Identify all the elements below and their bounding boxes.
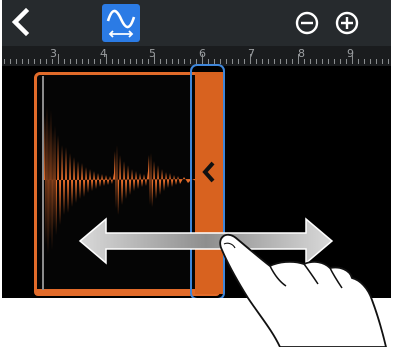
ruler-tick bbox=[292, 59, 293, 64]
ruler-tick bbox=[130, 59, 131, 64]
ruler-tick bbox=[88, 59, 89, 64]
ruler-tick bbox=[160, 59, 161, 64]
ruler-tick bbox=[346, 59, 347, 64]
ruler-tick bbox=[304, 59, 305, 64]
waveform-mode-button[interactable] bbox=[102, 4, 140, 42]
ruler-tick bbox=[28, 59, 29, 64]
ruler-tick bbox=[142, 59, 143, 64]
ruler-tick bbox=[94, 59, 95, 64]
ruler-tick bbox=[4, 59, 5, 64]
ruler-tick bbox=[178, 59, 179, 64]
ruler-tick bbox=[328, 59, 329, 64]
ruler-tick bbox=[382, 59, 383, 64]
ruler-tick bbox=[76, 59, 77, 64]
zoom-out-icon bbox=[295, 11, 319, 35]
ruler-tick bbox=[256, 59, 257, 64]
ruler-tick bbox=[274, 59, 275, 64]
ruler-tick bbox=[298, 54, 299, 64]
ruler-tick bbox=[352, 54, 353, 64]
ruler-tick bbox=[370, 59, 371, 64]
back-button[interactable] bbox=[6, 5, 38, 39]
ruler-tick bbox=[148, 59, 149, 64]
ruler-tick bbox=[40, 59, 41, 64]
ruler-tick bbox=[16, 59, 17, 64]
zoom-in-button[interactable] bbox=[332, 8, 362, 38]
waveform-resize-icon bbox=[106, 9, 136, 38]
ruler-tick bbox=[100, 59, 101, 64]
ruler-tick bbox=[64, 59, 65, 64]
ruler-tick bbox=[118, 59, 119, 64]
ruler-tick bbox=[70, 59, 71, 64]
ruler-tick bbox=[10, 59, 11, 64]
ruler-tick bbox=[112, 59, 113, 64]
ruler-tick bbox=[376, 59, 377, 64]
ruler-tick bbox=[232, 59, 233, 64]
ruler-tick bbox=[244, 59, 245, 64]
ruler-tick bbox=[286, 59, 287, 64]
ruler-tick bbox=[364, 59, 365, 64]
ruler-tick bbox=[340, 59, 341, 64]
ruler-tick bbox=[124, 59, 125, 64]
ruler-tick bbox=[34, 59, 35, 64]
ruler-tick bbox=[46, 59, 47, 64]
ruler-tick bbox=[106, 54, 107, 64]
region-start-marker bbox=[42, 76, 44, 290]
ruler-tick bbox=[322, 59, 323, 64]
ruler-tick bbox=[184, 59, 185, 64]
ruler-tick bbox=[202, 54, 203, 64]
ruler-tick bbox=[22, 59, 23, 64]
ruler-tick bbox=[166, 59, 167, 64]
ruler-tick bbox=[136, 59, 137, 64]
ruler-tick bbox=[238, 59, 239, 64]
ruler-tick bbox=[226, 59, 227, 64]
ruler-tick bbox=[280, 59, 281, 64]
ruler-tick bbox=[58, 54, 59, 64]
ruler-tick bbox=[358, 59, 359, 64]
zoom-out-button[interactable] bbox=[292, 8, 322, 38]
ruler-tick bbox=[250, 54, 251, 64]
ruler-tick bbox=[310, 59, 311, 64]
ruler-tick bbox=[154, 54, 155, 64]
top-toolbar bbox=[2, 0, 391, 46]
ruler-tick bbox=[262, 59, 263, 64]
timeline-ruler[interactable]: 3 4 5 6 7 8 9 bbox=[2, 46, 391, 66]
ruler-tick bbox=[220, 59, 221, 64]
ruler-tick bbox=[52, 59, 53, 64]
chevron-left-icon bbox=[11, 7, 30, 37]
ruler-tick bbox=[316, 59, 317, 64]
ruler-tick bbox=[82, 59, 83, 64]
ruler-tick bbox=[172, 59, 173, 64]
ruler-tick bbox=[268, 59, 269, 64]
hand-pointer-icon bbox=[219, 233, 387, 347]
ruler-tick bbox=[388, 59, 389, 64]
ruler-tick bbox=[334, 59, 335, 64]
zoom-in-icon bbox=[335, 11, 359, 35]
ruler-tick bbox=[190, 59, 191, 64]
